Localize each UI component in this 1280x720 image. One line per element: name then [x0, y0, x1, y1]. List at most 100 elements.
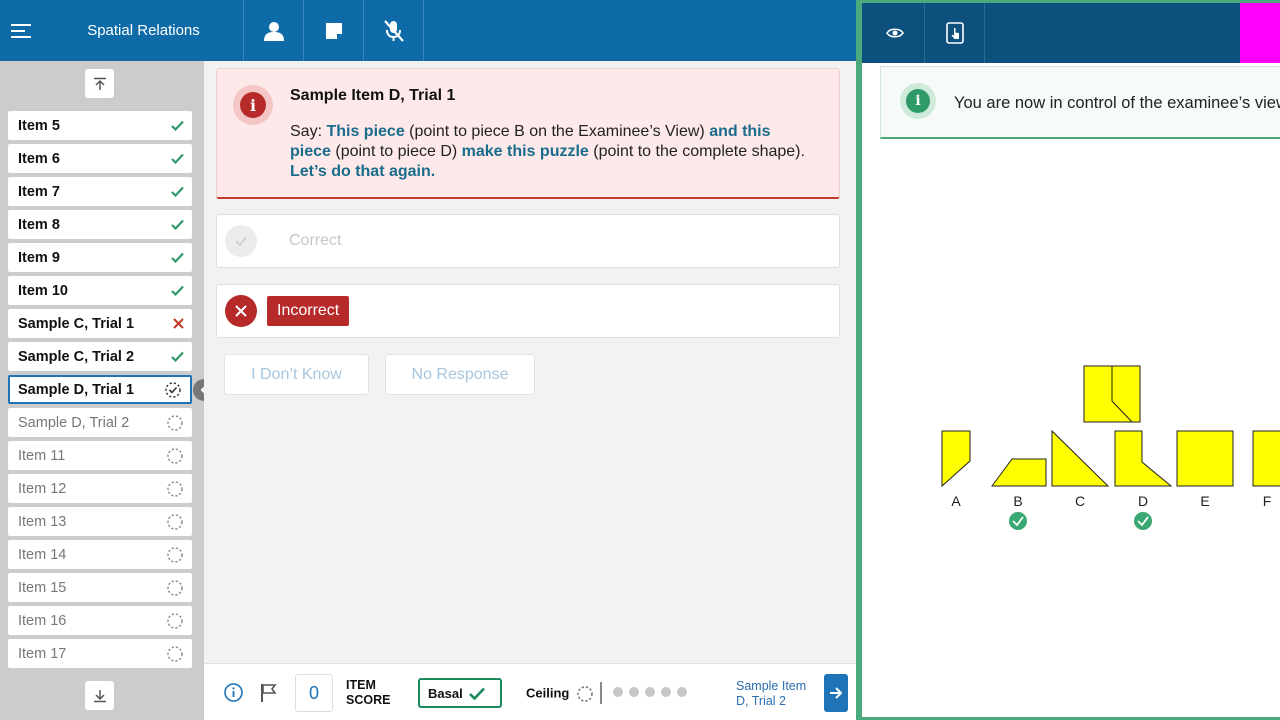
say-direction: (point to piece D) — [330, 143, 462, 160]
microphone-off-icon — [383, 19, 404, 42]
dont-know-button[interactable]: I Don’t Know — [224, 354, 369, 395]
status-icon — [171, 252, 184, 263]
check-icon — [171, 285, 184, 296]
bottom-bar: 0 ITEM SCORE Basal Ceiling Sample Item D… — [204, 663, 856, 720]
sidebar-item-label: Item 11 — [18, 447, 66, 464]
next-item-label[interactable]: Sample Item D, Trial 2 — [736, 679, 820, 709]
x-icon — [225, 295, 257, 327]
sidebar-item[interactable]: Item 13 — [8, 507, 192, 536]
progress-dot — [677, 687, 687, 697]
sidebar-item[interactable]: Item 16 — [8, 606, 192, 635]
next-item-button[interactable] — [824, 674, 848, 712]
sidebar-item-label: Item 15 — [18, 579, 67, 596]
arrow-down-to-line-icon — [93, 689, 106, 702]
info-circle-icon[interactable] — [224, 683, 243, 702]
piece-d — [1114, 430, 1173, 487]
microphone-toggle-button[interactable] — [364, 0, 424, 61]
complete-puzzle-shape — [1083, 365, 1141, 423]
sidebar-item[interactable]: Item 9 — [8, 243, 192, 272]
piece-label-c[interactable]: C — [1070, 493, 1090, 509]
incorrect-response-button[interactable]: Incorrect — [216, 284, 840, 338]
sidebar-item[interactable]: Item 6 — [8, 144, 192, 173]
status-icon — [171, 219, 184, 230]
piece-label-b[interactable]: B — [1008, 493, 1028, 509]
sidebar-item[interactable]: Item 15 — [8, 573, 192, 602]
arrow-up-to-line-icon — [93, 77, 106, 90]
progress-dot — [613, 687, 623, 697]
check-icon — [171, 153, 184, 164]
progress-dot — [645, 687, 655, 697]
piece-b — [991, 458, 1047, 487]
piece-label-d[interactable]: D — [1133, 493, 1153, 509]
sidebar-item[interactable]: Sample C, Trial 1 — [8, 309, 192, 338]
say-phrase: This piece — [326, 123, 405, 140]
examinee-info-button[interactable] — [244, 0, 304, 61]
ceiling-label: Ceiling — [526, 685, 570, 701]
instruction-alert: i Sample Item D, Trial 1 Say: This piece… — [216, 68, 840, 199]
incorrect-label: Incorrect — [267, 296, 350, 326]
status-icon — [171, 351, 184, 362]
pending-circle-icon — [167, 645, 183, 662]
sidebar-item[interactable]: Item 7 — [8, 177, 192, 206]
status-icon — [166, 414, 184, 432]
check-icon — [171, 219, 184, 230]
flag-icon[interactable] — [260, 683, 278, 703]
piece-label-a[interactable]: A — [946, 493, 966, 509]
item-sidebar: Item 5 Item 6 Item 7 Item 8 Item 9 Item 10 Sam… — [0, 61, 204, 720]
check-icon — [171, 186, 184, 197]
item-score-value[interactable]: 0 — [295, 674, 333, 712]
piece-a — [941, 430, 971, 488]
piece-label-e[interactable]: E — [1195, 493, 1215, 509]
say-direction: (point to piece B on the Examinee’s View… — [404, 123, 710, 140]
status-icon — [166, 447, 184, 465]
divider — [600, 682, 602, 704]
sidebar-item[interactable]: Sample D, Trial 2 — [8, 408, 192, 437]
status-icon — [166, 612, 184, 630]
pending-circle-icon — [167, 513, 183, 530]
sidebar-item[interactable]: Item 5 — [8, 111, 192, 140]
progress-dot — [629, 687, 639, 697]
sidebar-item[interactable]: Item 17 — [8, 639, 192, 668]
sidebar-item[interactable]: Item 14 — [8, 540, 192, 569]
sidebar-item-label: Item 12 — [18, 480, 67, 497]
piece-label-f[interactable]: F — [1257, 493, 1277, 509]
sidebar-item[interactable]: Item 10 — [8, 276, 192, 305]
alert-instructions: Say: This piece (point to piece B on the… — [290, 122, 810, 182]
sidebar-item-label: Item 6 — [18, 150, 60, 167]
sidebar-item[interactable]: Sample D, Trial 1 — [8, 375, 192, 404]
correct-response-button[interactable]: Correct — [216, 214, 840, 268]
pending-circle-icon — [167, 546, 183, 563]
status-icon — [171, 153, 184, 164]
sidebar-item-label: Item 5 — [18, 117, 60, 134]
status-icon — [173, 318, 184, 329]
sidebar-item-label: Sample D, Trial 1 — [18, 381, 135, 398]
hamburger-menu-icon — [11, 23, 31, 38]
status-icon — [171, 120, 184, 131]
selected-check-badge — [1134, 512, 1152, 530]
main-panel: i Sample Item D, Trial 1 Say: This piece… — [204, 61, 856, 663]
progress-dot — [661, 687, 671, 697]
basal-status: Basal — [418, 678, 502, 708]
sidebar-item-label: Item 13 — [18, 513, 67, 530]
x-icon — [173, 318, 184, 329]
sidebar-item-label: Item 9 — [18, 249, 60, 266]
scroll-to-top-button[interactable] — [85, 69, 114, 98]
sidebar-item[interactable]: Item 11 — [8, 441, 192, 470]
menu-button[interactable] — [0, 0, 44, 61]
sidebar-item[interactable]: Item 8 — [8, 210, 192, 239]
scroll-to-bottom-button[interactable] — [85, 681, 114, 710]
progress-dots — [613, 687, 687, 697]
pending-circle-icon — [167, 447, 183, 464]
top-bar: Spatial Relations — [0, 0, 856, 61]
pending-circle-icon — [167, 612, 183, 629]
sidebar-item[interactable]: Item 12 — [8, 474, 192, 503]
sidebar-item-label: Item 7 — [18, 183, 60, 200]
piece-c — [1051, 429, 1110, 487]
item-score-label-line: SCORE — [346, 693, 391, 707]
no-response-button[interactable]: No Response — [385, 354, 535, 395]
status-icon — [166, 645, 184, 663]
sidebar-item-label: Item 10 — [18, 282, 68, 299]
say-prefix: Say: — [290, 123, 327, 140]
sidebar-item[interactable]: Sample C, Trial 2 — [8, 342, 192, 371]
notes-button[interactable] — [304, 0, 364, 61]
